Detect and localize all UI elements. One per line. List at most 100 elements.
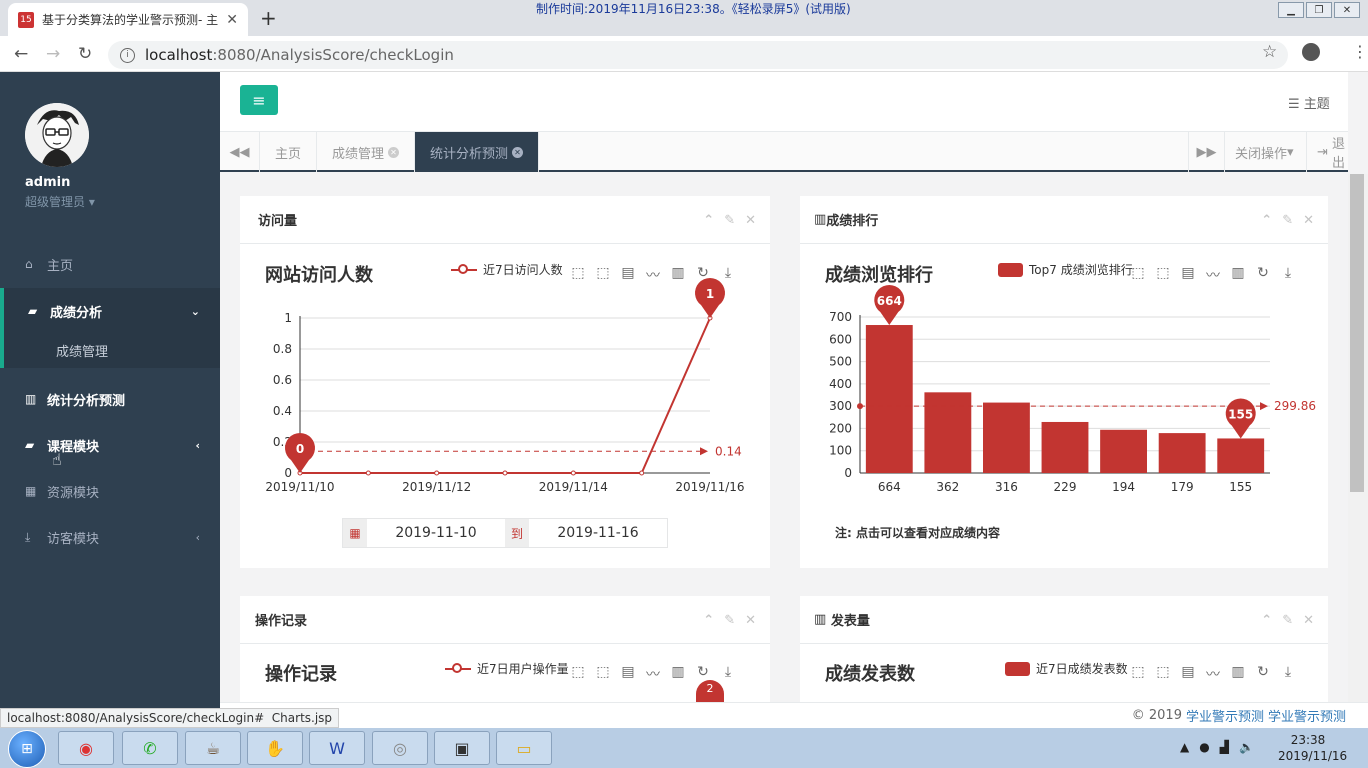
sidebar-item-visitor[interactable]: ⤓ 访客模块 ‹ <box>0 514 220 560</box>
window-controls: ▁ ❐ ✕ <box>1278 2 1360 18</box>
taskbar-clock[interactable]: 23:38 2019/11/16 <box>1278 732 1347 764</box>
save-image-icon[interactable]: ⤓ <box>1280 664 1296 684</box>
collapse-icon[interactable]: ⌃ <box>1261 613 1272 628</box>
taskbar-app2[interactable]: ◎ <box>372 731 428 765</box>
signal-icon[interactable]: ▟ <box>1220 740 1229 754</box>
url-input[interactable]: i localhost:8080/AnalysisScore/checkLogi… <box>108 41 1288 69</box>
theme-button[interactable]: ☰ 主题 <box>1288 93 1330 112</box>
avatar[interactable] <box>25 103 89 167</box>
menu-toggle-button[interactable]: ≡ <box>240 85 278 115</box>
taskbar-explorer[interactable]: ▭ <box>496 731 552 765</box>
sidebar-item-home[interactable]: ⌂ 主页 <box>0 241 220 287</box>
min-pin-marker-label: 155 <box>1228 407 1253 421</box>
date-to-input[interactable]: 2019-11-16 <box>529 525 667 541</box>
close-window-icon[interactable]: ✕ <box>1334 2 1360 18</box>
line-type-icon[interactable]: 〰 <box>1205 664 1221 684</box>
sidebar-item-resource[interactable]: ▦ 资源模块 <box>0 468 220 514</box>
data-view-icon[interactable]: ▤ <box>1180 664 1196 684</box>
download-icon: ⤓ <box>25 529 31 544</box>
taskbar-recorder[interactable]: ▣ <box>434 731 490 765</box>
date-from-input[interactable]: 2019-11-10 <box>367 525 505 541</box>
zoom-reset-icon[interactable]: ⬚ <box>595 664 611 684</box>
tab-close-icon[interactable]: ✕ <box>226 12 238 28</box>
sidebar-item-course[interactable]: ▰ 课程模块 ‹ <box>0 422 220 468</box>
taskbar-wechat[interactable]: ✆ <box>122 731 178 765</box>
chevron-left-icon: ‹ <box>195 530 200 544</box>
bar-type-icon[interactable]: ▥ <box>670 664 686 684</box>
forward-icon[interactable]: → <box>46 44 60 64</box>
tab-score-management[interactable]: 成绩管理 ✕ <box>317 132 416 172</box>
sidebar-item-statistics[interactable]: ▥ 统计分析预测 <box>0 376 220 422</box>
close-icon[interactable]: ✕ <box>1303 613 1314 628</box>
close-icon[interactable]: ✕ <box>745 213 756 228</box>
wrench-icon[interactable]: ✎ <box>1282 613 1293 628</box>
close-icon[interactable]: ✕ <box>1303 213 1314 228</box>
taskbar-word[interactable]: W <box>309 731 365 765</box>
chart-legend[interactable]: 近7日成绩发表数 <box>1005 660 1128 677</box>
info-icon[interactable]: i <box>120 47 135 63</box>
maximize-icon[interactable]: ❐ <box>1306 2 1332 18</box>
wrench-icon[interactable]: ✎ <box>1282 213 1293 228</box>
collapse-icon[interactable]: ⌃ <box>703 613 714 628</box>
restore-icon[interactable]: ↻ <box>1255 664 1271 684</box>
user-role-dropdown[interactable]: 超级管理员 ▾ <box>25 193 95 210</box>
save-image-icon[interactable]: ⤓ <box>720 664 736 684</box>
zoom-icon[interactable]: ⬚ <box>1130 664 1146 684</box>
new-tab-button[interactable]: + <box>260 6 277 30</box>
sidebar-subitem-score-management[interactable]: 成绩管理 <box>0 332 220 368</box>
logout-icon: ⇥ <box>1317 144 1328 160</box>
bar-type-icon[interactable]: ▥ <box>1230 664 1246 684</box>
wrench-icon[interactable]: ✎ <box>724 213 735 228</box>
start-button[interactable]: ⊞ <box>8 730 46 768</box>
y-tick-label: 1 <box>284 311 292 325</box>
reload-icon[interactable]: ↻ <box>78 44 92 64</box>
collapse-icon[interactable]: ⌃ <box>703 213 714 228</box>
min-pin-marker-label: 0 <box>296 442 304 456</box>
browser-tab[interactable]: 15 基于分类算法的学业警示预测- 主 ✕ <box>8 3 248 36</box>
browser-menu-icon[interactable]: ⋮ <box>1352 42 1368 61</box>
bookmark-star-icon[interactable]: ☆ <box>1262 42 1277 62</box>
tray-expand-icon[interactable]: ▲ <box>1180 740 1189 754</box>
data-view-icon[interactable]: ▤ <box>620 664 636 684</box>
zoom-icon[interactable]: ⬚ <box>570 664 586 684</box>
ranking-bar-chart: 0 100 200 300 400 500 600 700 664 362 316 229 194 179… <box>829 285 1316 494</box>
sidebar-item-label: 资源模块 <box>47 485 100 501</box>
footer-link[interactable]: 学业警示预测 <box>1186 706 1264 725</box>
minimize-icon[interactable]: ▁ <box>1278 2 1304 18</box>
username: admin <box>25 175 71 190</box>
tab-close-icon[interactable]: ✕ <box>512 146 524 158</box>
taskbar-app[interactable]: ✋ <box>247 731 303 765</box>
scrollbar-thumb[interactable] <box>1350 174 1364 492</box>
mark-line-label: 0.14 <box>715 444 742 458</box>
sidebar-item-score-analysis[interactable]: ▰ 成绩分析 ⌄ <box>0 288 220 334</box>
legend-label: 近7日成绩发表数 <box>1036 662 1128 676</box>
panel-tools: ⌃ ✎ ✕ <box>1261 213 1314 228</box>
y-tick-label: 0.4 <box>273 404 292 418</box>
wrench-icon[interactable]: ✎ <box>724 613 735 628</box>
tab-close-icon[interactable]: ✕ <box>388 146 400 158</box>
taskbar-chrome[interactable]: ◉ <box>58 731 114 765</box>
zoom-reset-icon[interactable]: ⬚ <box>1155 664 1171 684</box>
line-type-icon[interactable]: 〰 <box>645 664 661 684</box>
tabs-scroll-left-button[interactable]: ◀◀ <box>220 132 260 172</box>
tab-statistics[interactable]: 统计分析预测 ✕ <box>415 132 540 172</box>
qq-icon[interactable]: ● <box>1199 740 1209 754</box>
volume-icon[interactable]: 🔈 <box>1239 740 1254 754</box>
tab-home[interactable]: 主页 <box>260 132 318 172</box>
taskbar-eclipse[interactable]: ☕ <box>185 731 241 765</box>
y-tick-label: 0.8 <box>273 342 292 356</box>
chart-legend[interactable]: 近7日用户操作量 <box>445 660 569 677</box>
logout-button[interactable]: ⇥ 退出 <box>1306 132 1368 172</box>
account-icon[interactable] <box>1302 43 1320 61</box>
collapse-icon[interactable]: ⌃ <box>1261 213 1272 228</box>
back-icon[interactable]: ← <box>14 44 28 64</box>
caret-down-icon: ▾ <box>88 195 95 209</box>
grid-icon: ▦ <box>25 484 37 498</box>
footer-link[interactable]: 学业警示预测 <box>1268 706 1346 725</box>
close-icon[interactable]: ✕ <box>745 613 756 628</box>
tabs-scroll-right-button[interactable]: ▶▶ <box>1188 132 1224 172</box>
bar-chart-icon: ▥ <box>814 212 827 227</box>
date-range-picker[interactable]: ▦ 2019-11-10 到 2019-11-16 <box>342 518 668 548</box>
y-tick-label: 0 <box>844 466 852 480</box>
close-operations-dropdown[interactable]: 关闭操作 ▾ <box>1224 132 1304 172</box>
